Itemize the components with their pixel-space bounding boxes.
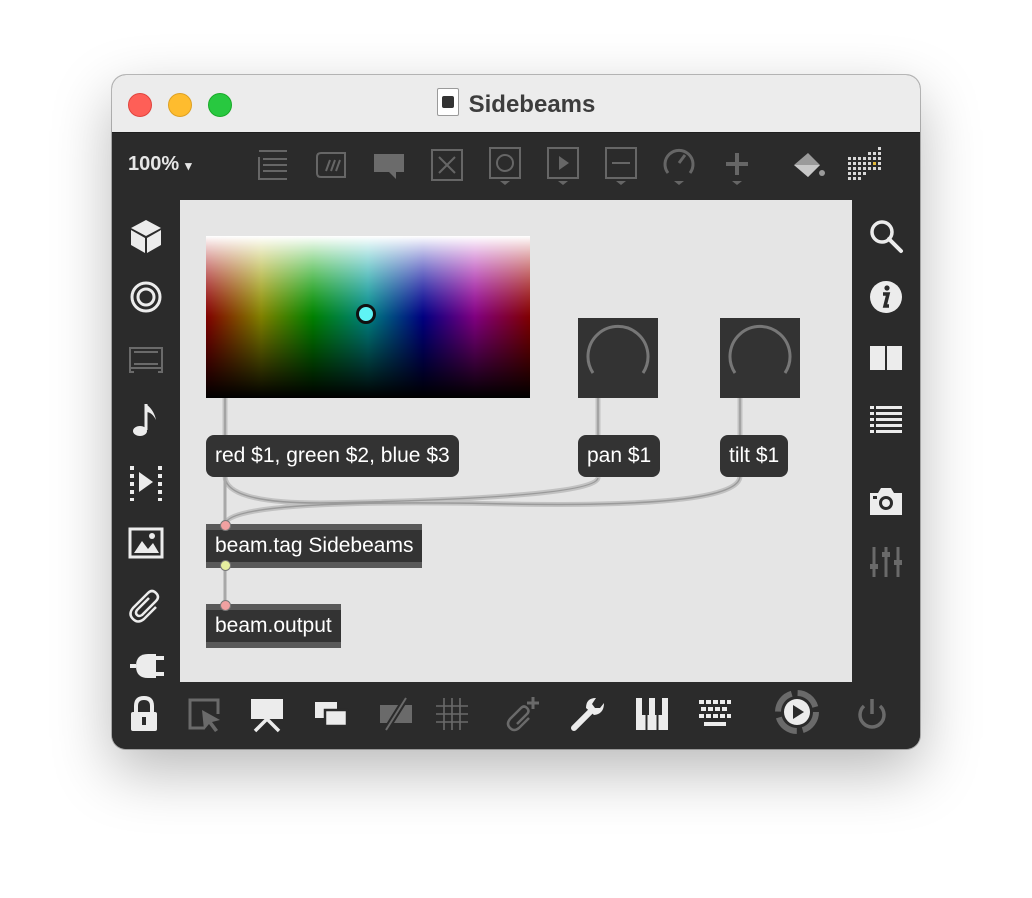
play-step-icon[interactable] [126,462,166,502]
pan-dial[interactable] [578,318,658,398]
plug-icon[interactable] [126,646,166,686]
tilt-message-box[interactable]: tilt $1 [720,435,789,477]
dial-icon[interactable] [659,145,699,185]
add-attachment-icon[interactable] [503,694,543,734]
left-sidebar [112,200,180,682]
paint-bucket-icon[interactable] [788,145,828,185]
wrench-icon[interactable] [568,694,608,734]
zoom-menu[interactable]: 100% ▾ [128,153,192,176]
hide-icon[interactable] [376,694,416,734]
tilt-dial[interactable] [720,318,800,398]
patcher-canvas[interactable]: red $1, green $2, blue $3 pan $1 tilt $1… [180,200,852,682]
grid-icon[interactable] [432,694,472,734]
transport-icon[interactable] [773,688,821,736]
lock-icon[interactable] [124,694,164,734]
music-note-icon[interactable] [126,400,166,440]
message-icon[interactable] [311,145,351,185]
beam-tag-outlet[interactable] [220,560,231,571]
book-icon[interactable] [866,338,906,378]
presentation-icon[interactable] [247,694,287,734]
top-toolbar: 100% ▾ [112,133,920,200]
color-picker[interactable] [206,236,530,398]
comment-bubble-icon[interactable] [369,145,409,185]
pan-message-box[interactable]: pan $1 [578,435,661,477]
right-sidebar [852,200,920,682]
paperclip-icon[interactable] [126,585,166,625]
camera-icon[interactable] [866,481,906,521]
windows-icon[interactable] [311,694,351,734]
beam-tag-inlet[interactable] [220,520,231,531]
image-icon[interactable] [126,523,166,563]
mixer-icon[interactable] [866,542,906,582]
beam-output-inlet[interactable] [220,600,231,611]
info-icon[interactable] [866,277,906,317]
color-picker-cursor[interactable] [356,304,376,324]
button-icon[interactable] [485,145,525,185]
grid-palette-icon[interactable] [846,145,886,185]
patcher-window: Sidebeams 100% ▾ red $1, green $2, blue … [112,75,920,749]
window-title-text: Sidebeams [468,91,596,118]
keyboard-icon[interactable] [695,694,735,734]
toggle-icon[interactable] [427,145,467,185]
play-button-icon[interactable] [543,145,583,185]
color-message-box[interactable]: red $1, green $2, blue $3 [206,435,459,477]
zoom-value: 100% [128,153,180,175]
select-cursor-icon[interactable] [184,694,224,734]
display-icon[interactable] [126,338,166,378]
number-box-icon[interactable] [601,145,641,185]
bottom-toolbar [112,682,920,749]
chevron-down-icon: ▾ [185,158,192,173]
document-icon [436,88,459,116]
title-bar[interactable]: Sidebeams [112,75,920,133]
list-icon[interactable] [866,400,906,440]
plus-icon[interactable] [717,145,757,185]
comment-box-icon[interactable] [253,145,293,185]
piano-icon[interactable] [632,694,672,734]
cube-icon[interactable] [126,216,166,256]
search-icon[interactable] [866,216,906,256]
power-icon[interactable] [852,694,892,734]
window-title: Sidebeams [112,88,920,119]
target-icon[interactable] [126,277,166,317]
beam-tag-object[interactable]: beam.tag Sidebeams [206,524,423,568]
